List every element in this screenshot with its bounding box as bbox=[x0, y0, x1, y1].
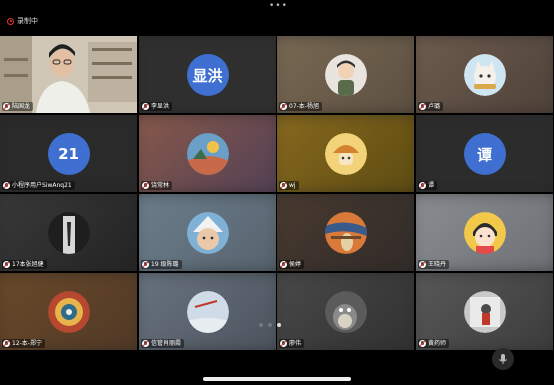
participant-name: wj bbox=[289, 182, 296, 189]
participant-name: 陆国龙 bbox=[12, 103, 31, 110]
recording-label: 录制中 bbox=[17, 17, 38, 25]
cat-avatar bbox=[463, 54, 506, 96]
participant-name: 饶常林 bbox=[151, 182, 170, 189]
participant-name-label: 廖伟 bbox=[279, 339, 305, 348]
participant-tile[interactable]: 07-本-杨旭 bbox=[277, 36, 414, 113]
figure-avatar bbox=[463, 291, 506, 333]
page-dot-3[interactable] bbox=[277, 323, 281, 327]
participant-name: 小程序用户SiwAnq21 bbox=[12, 182, 72, 189]
participant-tile[interactable]: 黄药师 bbox=[416, 273, 553, 350]
participant-name: 王晓丹 bbox=[428, 261, 447, 268]
muted-mic-icon bbox=[3, 261, 10, 268]
chibi-maruko-avatar bbox=[463, 212, 506, 254]
participant-name: 黄药师 bbox=[428, 340, 447, 347]
record-icon bbox=[7, 17, 14, 25]
participant-name-label: 小程序用户SiwAnq21 bbox=[2, 181, 75, 190]
participant-name-label: 19 级陈璐 bbox=[141, 260, 182, 269]
participant-name-label: 07-本-杨旭 bbox=[279, 102, 322, 111]
more-options-icon[interactable]: ••• bbox=[269, 2, 288, 11]
participant-tile[interactable]: 谭谭 bbox=[416, 115, 553, 192]
recording-indicator[interactable]: 录制中 bbox=[7, 16, 38, 26]
participant-tile[interactable]: wj bbox=[277, 115, 414, 192]
microphone-icon bbox=[499, 354, 507, 364]
avatar-initial: 显洪 bbox=[186, 54, 229, 96]
participant-name-label: 陆国龙 bbox=[2, 102, 34, 111]
painting-avatar bbox=[186, 133, 229, 175]
participant-tile[interactable]: 卢璐 bbox=[416, 36, 553, 113]
sky-avatar bbox=[186, 291, 229, 333]
participant-tile[interactable]: 王晓丹 bbox=[416, 194, 553, 271]
muted-mic-icon bbox=[280, 103, 287, 110]
mushroom-avatar bbox=[324, 133, 367, 175]
muted-mic-icon bbox=[280, 182, 287, 189]
participant-tile[interactable]: 19 级陈璐 bbox=[139, 194, 276, 271]
participant-tile[interactable]: 信管肖丽霞 bbox=[139, 273, 276, 350]
cartoon-boy-avatar bbox=[324, 54, 367, 96]
muted-mic-icon bbox=[280, 261, 287, 268]
participant-name-label: 饶常林 bbox=[141, 181, 173, 190]
muted-mic-icon bbox=[419, 261, 426, 268]
floating-mic-button[interactable] bbox=[492, 348, 514, 370]
home-indicator[interactable] bbox=[203, 377, 351, 381]
participant-name: 李显洪 bbox=[151, 103, 170, 110]
page-dot-1[interactable] bbox=[259, 323, 263, 327]
participant-name-label: 黄药师 bbox=[418, 339, 450, 348]
participant-tile[interactable]: 显洪李显洪 bbox=[139, 36, 276, 113]
muted-mic-icon bbox=[280, 340, 287, 347]
muted-mic-icon bbox=[142, 103, 149, 110]
participant-name: 谭 bbox=[428, 182, 435, 189]
participant-name-label: 信管肖丽霞 bbox=[141, 339, 185, 348]
participant-name-label: 12-本-郑宁 bbox=[2, 339, 45, 348]
top-status-bar: 录制中 ••• bbox=[0, 0, 554, 34]
muted-mic-icon bbox=[3, 340, 10, 347]
participant-name: 17本张旭健 bbox=[12, 261, 44, 268]
participant-tile[interactable]: 侯婷 bbox=[277, 194, 414, 271]
participant-name: 卢璐 bbox=[428, 103, 441, 110]
participant-name-label: 王晓丹 bbox=[418, 260, 450, 269]
participant-name-label: 卢璐 bbox=[418, 102, 444, 111]
pattern-avatar bbox=[47, 291, 90, 333]
participant-name-label: wj bbox=[279, 181, 299, 190]
muted-mic-icon bbox=[142, 261, 149, 268]
avatar-initial: 谭 bbox=[463, 133, 506, 175]
participant-tile[interactable]: 饶常林 bbox=[139, 115, 276, 192]
scream-painting-avatar bbox=[324, 212, 367, 254]
muted-mic-icon bbox=[142, 182, 149, 189]
participant-grid: 陆国龙 显洪 李显洪 07-本-杨旭 卢璐 21 小程序用户SiwAnq21 饶常林 wj 谭谭 1… bbox=[0, 36, 554, 352]
muted-mic-icon bbox=[419, 340, 426, 347]
muted-mic-icon bbox=[142, 340, 149, 347]
muted-mic-icon bbox=[3, 182, 10, 189]
participant-name-label: 侯婷 bbox=[279, 260, 305, 269]
participant-tile[interactable]: 21 小程序用户SiwAnq21 bbox=[0, 115, 137, 192]
participant-name: 19 级陈璐 bbox=[151, 261, 179, 268]
participant-name: 07-本-杨旭 bbox=[289, 103, 319, 110]
person-dark-avatar bbox=[47, 212, 90, 254]
muted-mic-icon bbox=[3, 103, 10, 110]
participant-tile[interactable]: 廖伟 bbox=[277, 273, 414, 350]
participant-tile[interactable]: 17本张旭健 bbox=[0, 194, 137, 271]
muted-mic-icon bbox=[419, 103, 426, 110]
totoro-avatar bbox=[324, 291, 367, 333]
participant-tile[interactable]: 12-本-郑宁 bbox=[0, 273, 137, 350]
participant-name-label: 17本张旭健 bbox=[2, 260, 47, 269]
participant-name-label: 谭 bbox=[418, 181, 438, 190]
participant-name-label: 李显洪 bbox=[141, 102, 173, 111]
participant-tile[interactable]: 陆国龙 bbox=[0, 36, 137, 113]
participant-name: 廖伟 bbox=[289, 340, 302, 347]
page-indicator bbox=[259, 323, 281, 327]
participant-name: 12-本-郑宁 bbox=[12, 340, 42, 347]
participant-name: 侯婷 bbox=[289, 261, 302, 268]
avatar-initial: 21 bbox=[47, 133, 90, 175]
hat-character-avatar bbox=[186, 212, 229, 254]
muted-mic-icon bbox=[419, 182, 426, 189]
participant-name: 信管肖丽霞 bbox=[151, 340, 182, 347]
page-dot-2[interactable] bbox=[268, 323, 272, 327]
